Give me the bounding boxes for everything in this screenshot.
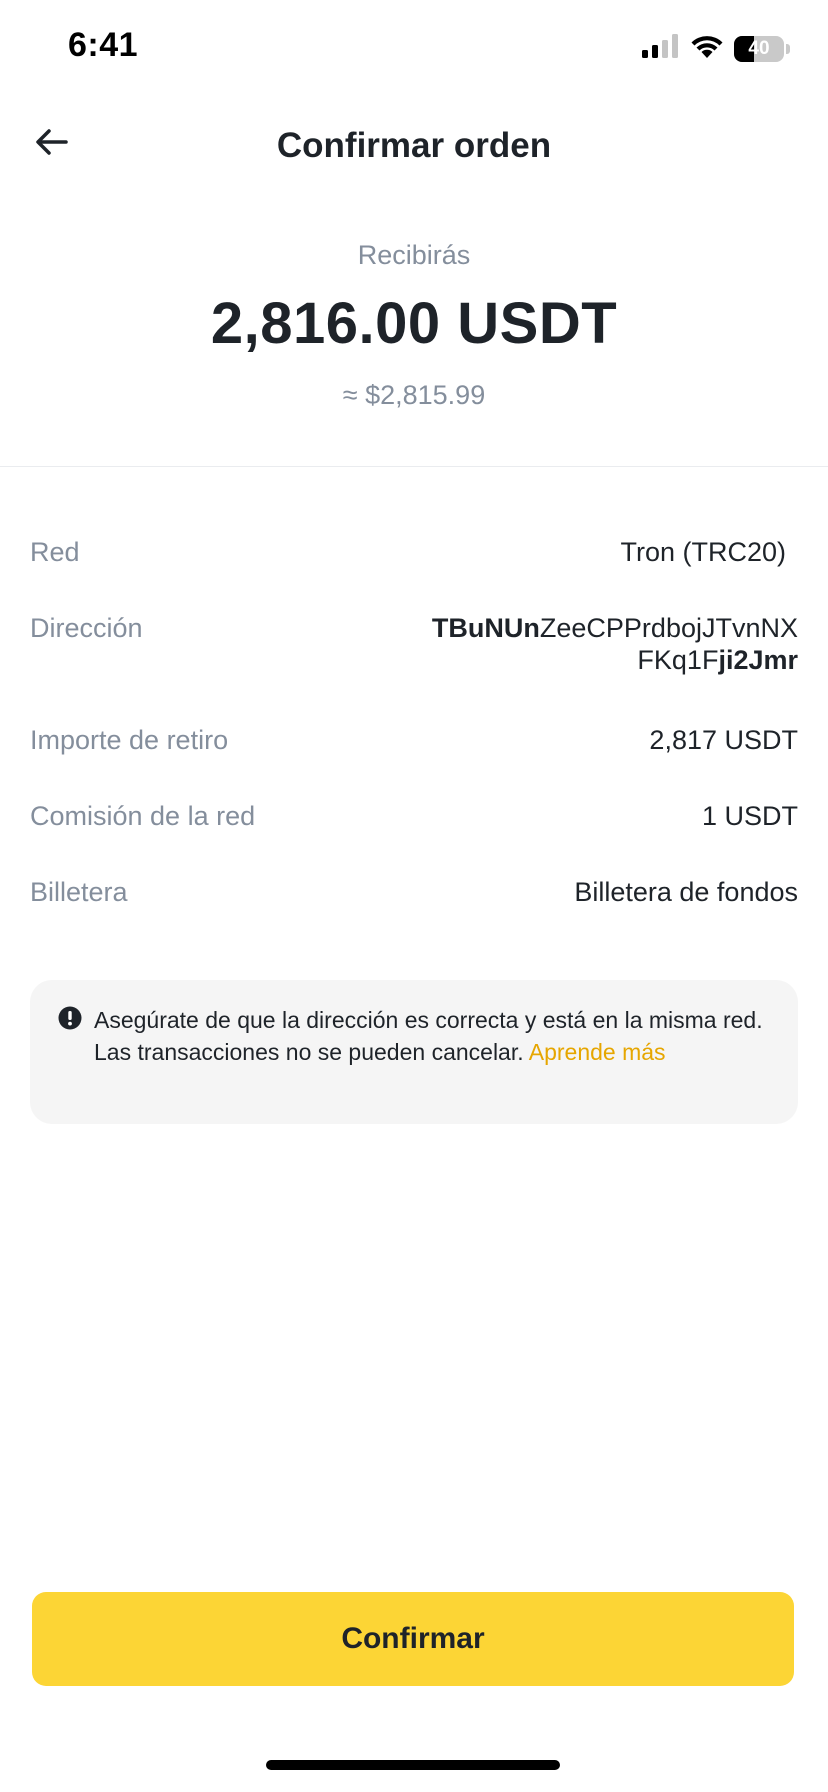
- divider: [0, 466, 828, 467]
- address-value: TBuNUnZeeCPPrdbojJTvnNXFKq1Fji2Jmr: [418, 606, 798, 676]
- detail-row-network-fee: Comisión de la red 1 USDT: [30, 794, 798, 870]
- fiat-equivalent: ≈ $2,815.99: [342, 380, 486, 410]
- detail-row-withdraw-amount: Importe de retiro 2,817 USDT: [30, 718, 798, 794]
- withdraw-amount-label: Importe de retiro: [30, 725, 229, 755]
- wifi-icon: [690, 34, 724, 63]
- detail-row-address: Dirección TBuNUnZeeCPPrdbojJTvnNXFKq1Fji…: [30, 606, 798, 718]
- warning-line-2: Las transacciones no se pueden cancelar.: [94, 1039, 524, 1065]
- warning-box: Asegúrate de que la dirección es correct…: [30, 980, 798, 1124]
- warning-line-1: Asegúrate de que la dirección es correct…: [94, 1007, 763, 1033]
- address-label: Dirección: [30, 613, 143, 643]
- battery-icon: 40: [734, 35, 784, 62]
- withdraw-amount-value: 2,817 USDT: [649, 725, 798, 755]
- network-label: Red: [30, 537, 80, 567]
- battery-level: 40: [748, 37, 770, 59]
- warning-text: Asegúrate de que la dirección es correct…: [94, 1004, 768, 1068]
- signal-icon: [642, 34, 680, 63]
- battery-cap: [786, 43, 790, 54]
- alert-circle-icon: [58, 1006, 82, 1030]
- network-fee-value: 1 USDT: [701, 801, 798, 831]
- confirm-button[interactable]: Confirmar: [32, 1592, 794, 1686]
- header: Confirmar orden: [0, 96, 828, 200]
- address-prefix: TBuNUn: [431, 613, 540, 643]
- learn-more-link[interactable]: Aprende más: [529, 1039, 666, 1065]
- receive-summary: Recibirás 2,816.00 USDT ≈ $2,815.99: [0, 200, 828, 466]
- status-icons: 40: [642, 34, 790, 63]
- network-value: Tron (TRC20): [620, 537, 786, 567]
- wallet-label: Billetera: [30, 877, 128, 907]
- wallet-value: Billetera de fondos: [574, 877, 798, 907]
- address-suffix: ji2Jmr: [718, 645, 798, 675]
- detail-row-wallet: Billetera Billetera de fondos: [30, 870, 798, 946]
- detail-row-network: Red Tron (TRC20): [30, 530, 798, 606]
- status-time: 6:41: [68, 26, 139, 64]
- receive-label: Recibirás: [357, 240, 471, 270]
- home-indicator: [266, 1760, 560, 1770]
- status-bar: 6:41 40: [0, 0, 828, 96]
- order-details: Red Tron (TRC20) Dirección TBuNUnZeeCPPr…: [30, 530, 798, 946]
- receive-amount: 2,816.00 USDT: [210, 291, 618, 356]
- page-title: Confirmar orden: [276, 126, 552, 165]
- network-fee-label: Comisión de la red: [30, 801, 256, 831]
